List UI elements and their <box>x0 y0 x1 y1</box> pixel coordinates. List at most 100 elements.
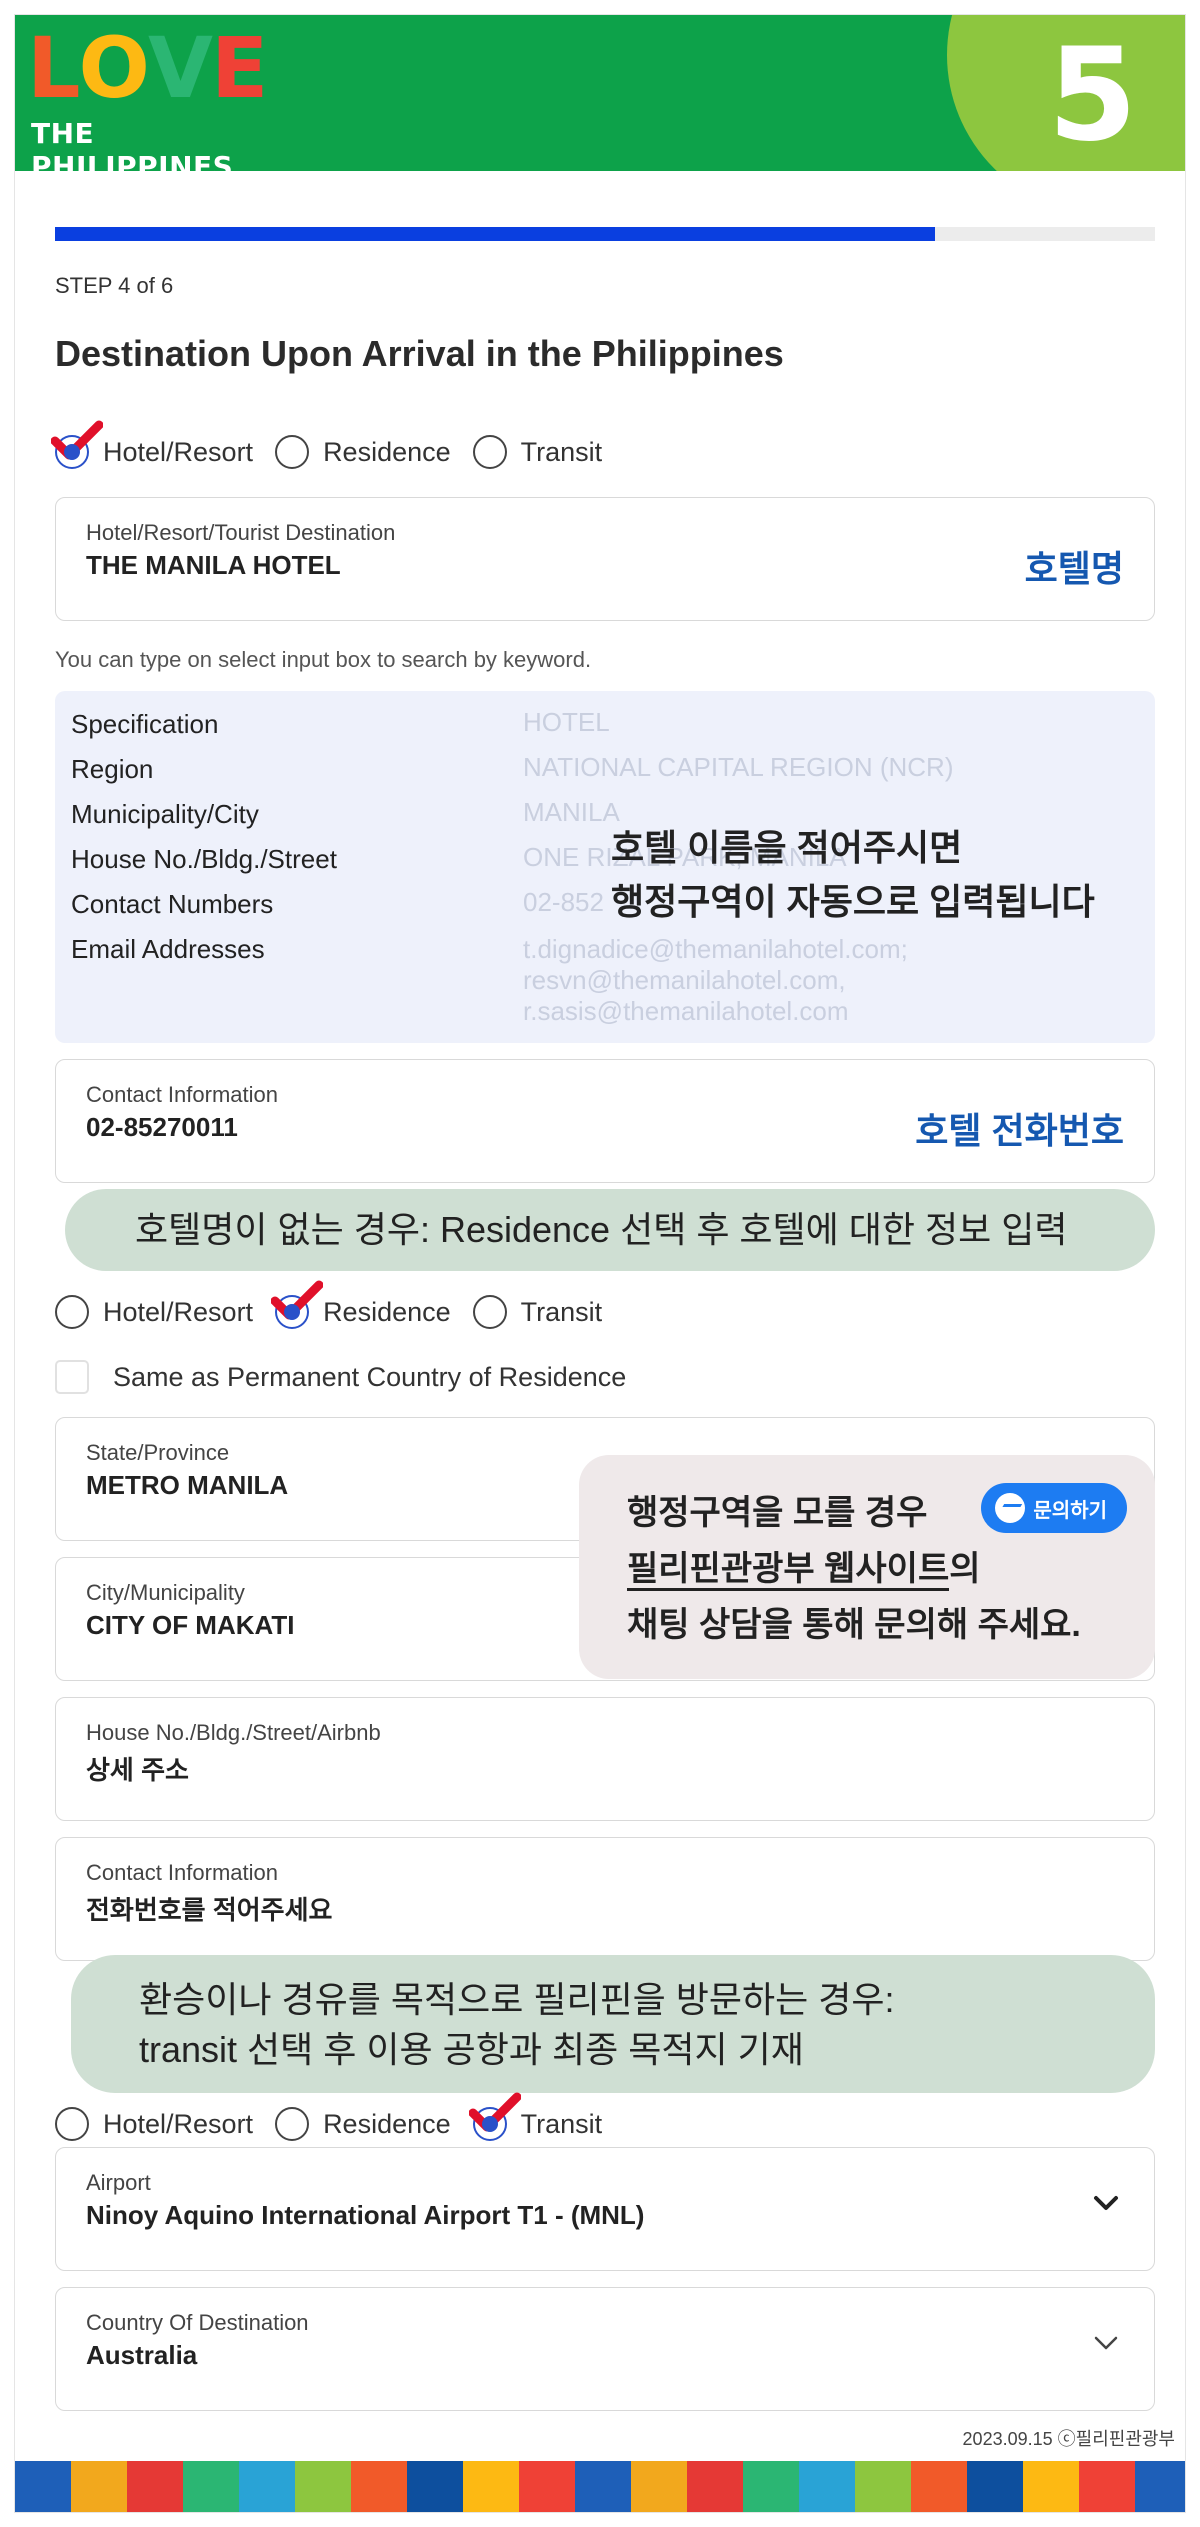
progress-fill <box>55 227 935 241</box>
pattern-tile <box>463 2461 519 2512</box>
field-label: Contact Information <box>86 1082 278 1107</box>
bubble-line: 환승이나 경유를 목적으로 필리핀을 방문하는 경우: <box>139 1979 895 2020</box>
transit-tip-bubble: 환승이나 경유를 목적으로 필리핀을 방문하는 경우: transit 선택 후… <box>71 1955 1155 2093</box>
radio-circle[interactable] <box>271 1280 324 1329</box>
pattern-tile <box>967 2461 1023 2512</box>
house-street-field[interactable]: House No./Bldg./Street/Airbnb 상세 주소 <box>55 1697 1155 1821</box>
field-value[interactable]: 02-85270011 <box>86 1112 238 1143</box>
messenger-icon <box>995 1493 1026 1523</box>
radio-transit[interactable]: Transit <box>468 2092 603 2141</box>
spec-label: Region <box>71 754 154 784</box>
radio-circle[interactable] <box>468 2092 521 2141</box>
field-label: Contact Information <box>86 1860 278 1885</box>
spec-label: Specification <box>71 709 219 739</box>
progress-bar <box>55 227 1155 241</box>
radio-label: Residence <box>323 2108 451 2139</box>
pattern-tile <box>183 2461 239 2512</box>
radio-transit[interactable]: Transit <box>472 1295 603 1329</box>
hotel-destination-field[interactable]: Hotel/Resort/Tourist Destination THE MAN… <box>55 497 1155 621</box>
hotel-spec-panel: Specification HOTEL Region NATIONAL CAPI… <box>55 691 1155 1043</box>
chevron-down-icon[interactable] <box>1092 2334 1120 2354</box>
radio-circle[interactable] <box>51 420 103 469</box>
radio-circle[interactable] <box>55 2107 89 2141</box>
residence-tip-bubble: 호텔명이 없는 경우: Residence 선택 후 호텔에 대한 정보 입력 <box>65 1189 1155 1271</box>
logo-subtitle: THE PHILIPPINES <box>31 117 234 171</box>
chat-inquiry-button[interactable]: 문의하기 <box>981 1483 1127 1533</box>
spec-overlay-note: 호텔 이름을 적어주시면 행정구역이 자동으로 입력됩니다 <box>611 821 1095 929</box>
page-title: Destination Upon Arrival in the Philippi… <box>55 333 784 374</box>
pattern-tile <box>127 2461 183 2512</box>
radio-residence[interactable]: Residence <box>275 2107 451 2141</box>
search-hint: You can type on select input box to sear… <box>55 647 592 672</box>
header-banner: LOVE THE PHILIPPINES 5 <box>15 15 1185 171</box>
destination-type-radio-group-3: Hotel/Resort Residence Transit <box>55 2092 624 2141</box>
chat-button-label: 문의하기 <box>1033 1499 1107 1522</box>
spec-label: Contact Numbers <box>71 889 274 919</box>
field-label: House No./Bldg./Street/Airbnb <box>86 1720 381 1745</box>
field-value[interactable]: Australia <box>86 2340 197 2371</box>
chevron-down-icon[interactable] <box>1092 2194 1120 2214</box>
radio-circle[interactable] <box>55 1295 89 1329</box>
radio-label: Hotel/Resort <box>103 2108 254 2139</box>
pattern-tile <box>1135 2461 1185 2512</box>
field-value[interactable]: Ninoy Aquino International Airport T1 - … <box>86 2200 644 2231</box>
destination-type-radio-group-1: Hotel/Resort Residence Transit <box>51 420 624 469</box>
pattern-tile <box>239 2461 295 2512</box>
pattern-tile <box>743 2461 799 2512</box>
checkbox-label: Same as Permanent Country of Residence <box>113 1361 627 1392</box>
radio-label: Transit <box>520 436 603 467</box>
pattern-tile <box>575 2461 631 2512</box>
pattern-tile <box>1023 2461 1079 2512</box>
same-as-residence-checkbox[interactable] <box>55 1360 89 1394</box>
pattern-tile <box>911 2461 967 2512</box>
radio-circle[interactable] <box>472 435 507 469</box>
same-as-residence-row[interactable]: Same as Permanent Country of Residence <box>55 1360 626 1394</box>
field-value[interactable]: 전화번호를 적어주세요 <box>86 1890 332 1927</box>
radio-label: Transit <box>520 1296 603 1327</box>
field-value[interactable]: CITY OF MAKATI <box>86 1610 294 1641</box>
pattern-tile <box>519 2461 575 2512</box>
radio-hotel-resort[interactable]: Hotel/Resort <box>51 420 253 469</box>
radio-label: Hotel/Resort <box>103 1296 254 1327</box>
pattern-tile <box>295 2461 351 2512</box>
radio-circle[interactable] <box>275 435 310 469</box>
radio-transit[interactable]: Transit <box>472 435 603 469</box>
pattern-tile <box>799 2461 855 2512</box>
chat-inquiry-card: 행정구역을 모를 경우 필리핀관광부 웹사이트의 채팅 상담을 통해 문의해 주… <box>579 1455 1155 1679</box>
radio-label: Transit <box>520 2108 603 2139</box>
decorative-pattern-strip <box>15 2461 1185 2512</box>
pattern-tile <box>687 2461 743 2512</box>
spec-value: NATIONAL CAPITAL REGION (NCR) <box>523 752 954 782</box>
chat-line: 채팅 상담을 통해 문의해 주세요. <box>627 1606 1081 1644</box>
radio-circle[interactable] <box>275 2107 310 2141</box>
field-label: State/Province <box>86 1440 230 1465</box>
app-frame: LOVE THE PHILIPPINES 5 STEP 4 of 6 Desti… <box>14 14 1186 2513</box>
tourism-website-link[interactable]: 필리핀관광부 웹사이트 <box>627 1550 950 1591</box>
radio-residence[interactable]: Residence <box>271 1280 451 1329</box>
step-label: STEP 4 of 6 <box>55 273 174 298</box>
spec-label: Email Addresses <box>71 934 265 964</box>
radio-residence[interactable]: Residence <box>275 435 451 469</box>
field-value[interactable]: 상세 주소 <box>86 1750 189 1787</box>
hotel-phone-note: 호텔 전화번호 <box>915 1110 1124 1151</box>
field-value[interactable]: METRO MANILA <box>86 1470 288 1501</box>
field-label: City/Municipality <box>86 1580 245 1605</box>
chat-line-rest: 의 <box>949 1550 981 1588</box>
red-check-icon <box>51 420 103 460</box>
pattern-tile <box>15 2461 71 2512</box>
spec-value: MANILA <box>523 797 620 827</box>
radio-circle[interactable] <box>472 1295 507 1329</box>
destination-country-select[interactable]: Country Of Destination Australia <box>55 2287 1155 2411</box>
field-value[interactable]: THE MANILA HOTEL <box>86 550 341 581</box>
field-label: Country Of Destination <box>86 2310 309 2335</box>
radio-label: Residence <box>323 436 451 467</box>
airport-select[interactable]: Airport Ninoy Aquino International Airpo… <box>55 2147 1155 2271</box>
overlay-line: 호텔 이름을 적어주시면 <box>611 827 963 868</box>
chat-line: 필리핀관광부 웹사이트의 <box>627 1541 1081 1597</box>
radio-hotel-resort[interactable]: Hotel/Resort <box>55 1295 253 1329</box>
spec-value: t.dignadice@themanilahotel.com; resvn@th… <box>523 934 908 1026</box>
residence-contact-field[interactable]: Contact Information 전화번호를 적어주세요 <box>55 1837 1155 1961</box>
red-check-icon <box>271 1280 324 1320</box>
radio-hotel-resort[interactable]: Hotel/Resort <box>55 2107 253 2141</box>
hotel-contact-field[interactable]: Contact Information 02-85270011 호텔 전화번호 <box>55 1059 1155 1183</box>
